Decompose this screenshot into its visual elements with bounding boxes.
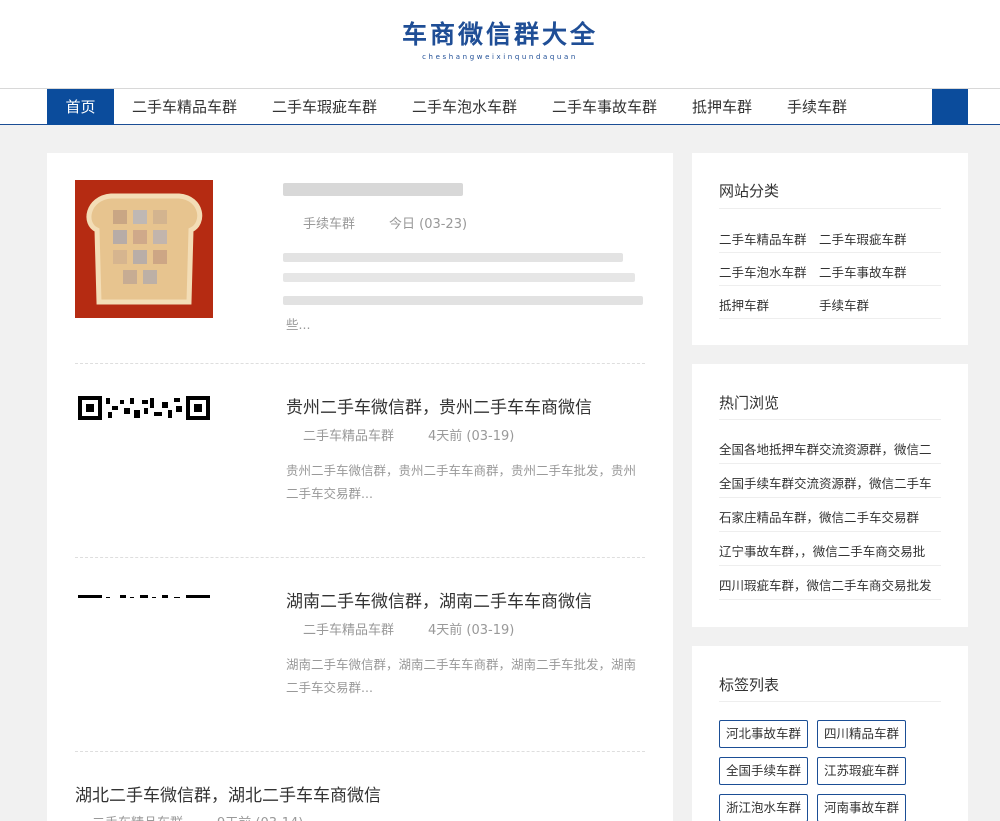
qr-code-icon xyxy=(78,396,210,420)
sidebar-heading: 网站分类 xyxy=(719,182,780,200)
divider xyxy=(719,599,941,600)
post-divider xyxy=(75,557,645,558)
nav-item-premium-cars[interactable]: 二手车精品车群 xyxy=(132,89,237,125)
post-date: 9天前 (03-14) xyxy=(217,812,303,821)
category-link[interactable]: 抵押车群 xyxy=(719,295,769,314)
blurred-excerpt-line xyxy=(283,253,623,262)
category-link[interactable]: 二手车泡水车群 xyxy=(719,262,807,281)
site-logo[interactable]: 车商微信群大全 cheshangweixinqundaquan xyxy=(0,18,1000,61)
sidebar-hot: 热门浏览 全国各地抵押车群交流资源群，微信二 全国手续车群交流资源群，微信二手车… xyxy=(692,364,968,627)
category-link[interactable]: 手续车群 xyxy=(819,295,869,314)
tag-link[interactable]: 河南事故车群 xyxy=(817,794,906,821)
category-link[interactable]: 二手车瑕疵车群 xyxy=(819,229,907,248)
site-header: 车商微信群大全 cheshangweixinqundaquan xyxy=(0,0,1000,88)
post-title-link[interactable]: 湖南二手车微信群，湖南二手车车商微信 xyxy=(286,587,592,612)
tag-link[interactable]: 江苏瑕疵车群 xyxy=(817,757,906,785)
hot-link[interactable]: 辽宁事故车群，，微信二手车商交易批 xyxy=(719,541,941,560)
hot-link[interactable]: 全国各地抵押车群交流资源群，微信二 xyxy=(719,439,941,458)
post-date: 今日 (03-23) xyxy=(389,217,468,232)
post-excerpt: 些... xyxy=(286,317,311,332)
tag-link[interactable]: 全国手续车群 xyxy=(719,757,808,785)
divider xyxy=(719,565,941,566)
category-link[interactable]: 二手车事故车群 xyxy=(819,262,907,281)
sidebar-heading: 热门浏览 xyxy=(719,394,780,412)
hot-link[interactable]: 全国手续车群交流资源群，微信二手车 xyxy=(719,473,941,492)
post-title-link[interactable]: 贵州二手车微信群，贵州二手车车商微信 xyxy=(286,393,592,418)
divider xyxy=(719,497,941,498)
divider xyxy=(719,701,941,702)
nav-item-mortgage-cars[interactable]: 抵押车群 xyxy=(692,89,752,125)
divider xyxy=(719,531,941,532)
post-excerpt: 贵州二手车微信群，贵州二手车车商群，贵州二手车批发，贵州二手车交易群... xyxy=(286,463,637,501)
nav-item-paperwork-cars[interactable]: 手续车群 xyxy=(787,89,847,125)
hot-link[interactable]: 石家庄精品车群，微信二手车交易群 xyxy=(719,507,941,526)
divider xyxy=(719,252,941,253)
qr-code-icon xyxy=(78,595,210,598)
divider xyxy=(719,318,941,319)
category-link[interactable]: 二手车精品车群 xyxy=(719,229,807,248)
site-title: 车商微信群大全 xyxy=(401,20,598,49)
blurred-excerpt-line xyxy=(283,296,643,305)
qr-code-image[interactable] xyxy=(78,589,210,598)
sidebar-categories: 网站分类 二手车精品车群 二手车瑕疵车群 二手车泡水车群 二手车事故车群 抵押车… xyxy=(692,153,968,345)
tag-link[interactable]: 河北事故车群 xyxy=(719,720,808,748)
post-category[interactable]: 手续车群 xyxy=(303,213,355,232)
hot-link[interactable]: 四川瑕疵车群，微信二手车商交易批发 xyxy=(719,575,941,594)
blurred-excerpt-line xyxy=(283,273,635,282)
qr-code-image[interactable] xyxy=(78,396,210,420)
nav-home[interactable]: 首页 xyxy=(47,89,114,125)
divider xyxy=(719,208,941,209)
sidebar-tags: 标签列表 河北事故车群 四川精品车群 全国手续车群 江苏瑕疵车群 浙江泡水车群 … xyxy=(692,646,968,821)
post-category[interactable]: 二手车精品车群 xyxy=(303,425,394,444)
post-divider xyxy=(75,751,645,752)
blurred-title xyxy=(283,183,463,196)
post-excerpt: 湖南二手车微信群，湖南二手车车商群，湖南二手车批发，湖南二手车交易群... xyxy=(286,657,637,695)
post-date: 4天前 (03-19) xyxy=(428,623,515,638)
post-thumbnail[interactable] xyxy=(75,180,213,318)
post-category[interactable]: 二手车精品车群 xyxy=(92,812,183,821)
divider xyxy=(719,419,941,420)
nav-item-flooded-cars[interactable]: 二手车泡水车群 xyxy=(412,89,517,125)
site-subtitle: cheshangweixinqundaquan xyxy=(422,53,578,61)
main-nav: 首页 二手车精品车群 二手车瑕疵车群 二手车泡水车群 二手车事故车群 抵押车群 … xyxy=(0,88,1000,125)
toast-image xyxy=(86,193,203,305)
divider xyxy=(719,285,941,286)
post-title-link[interactable]: 湖北二手车微信群，湖北二手车车商微信 xyxy=(75,781,381,806)
nav-item-flawed-cars[interactable]: 二手车瑕疵车群 xyxy=(272,89,377,125)
tag-link[interactable]: 浙江泡水车群 xyxy=(719,794,808,821)
post-category[interactable]: 二手车精品车群 xyxy=(303,619,394,638)
nav-item-accident-cars[interactable]: 二手车事故车群 xyxy=(552,89,657,125)
sidebar-heading: 标签列表 xyxy=(719,676,780,694)
post-date: 4天前 (03-19) xyxy=(428,429,515,444)
post-divider xyxy=(75,363,645,364)
tag-link[interactable]: 四川精品车群 xyxy=(817,720,906,748)
divider xyxy=(719,463,941,464)
post-list: 手续车群 今日 (03-23) 些... 贵州二手车微信群，贵州二手车车商微信 … xyxy=(47,153,673,821)
nav-search-toggle[interactable] xyxy=(932,89,968,125)
